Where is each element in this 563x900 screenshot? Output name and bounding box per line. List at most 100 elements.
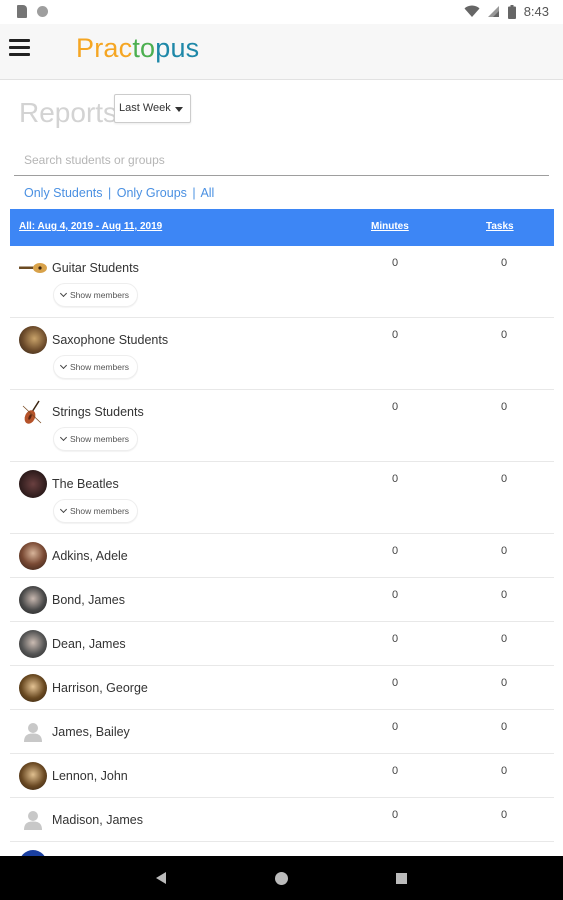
group-row[interactable]: Saxophone Students 0 0 Show members (10, 318, 554, 390)
filter-only-groups[interactable]: Only Groups (117, 186, 187, 200)
group-row[interactable]: The Beatles 0 0 Show members (10, 462, 554, 534)
app-logo: Practopus (76, 33, 199, 64)
logo-text-part2: to (132, 33, 156, 63)
recent-apps-icon[interactable] (396, 873, 407, 884)
student-row[interactable]: Lennon, John 0 0 (10, 754, 554, 798)
page-title: Reports (19, 97, 118, 128)
student-row[interactable]: Dean, James 0 0 (10, 622, 554, 666)
student-name: Madison, James (52, 813, 144, 827)
group-name: Saxophone Students (52, 333, 169, 347)
student-name: Adkins, Adele (52, 549, 128, 563)
tasks-value: 0 (501, 765, 508, 777)
status-right-icons: 8:43 (464, 4, 549, 19)
show-members-label: Show members (70, 290, 130, 300)
tasks-value: 0 (501, 633, 508, 645)
minutes-value: 0 (392, 401, 399, 413)
tasks-column-header[interactable]: Tasks (486, 221, 514, 232)
sim-card-icon (17, 5, 27, 18)
show-members-button[interactable]: Show members (53, 283, 139, 307)
filter-separator: | (108, 186, 112, 200)
table-header: All: Aug 4, 2019 - Aug 11, 2019 Minutes … (10, 209, 554, 246)
profile-photo (19, 762, 47, 790)
date-range-header[interactable]: All: Aug 4, 2019 - Aug 11, 2019 (19, 221, 162, 232)
saxophone-photo (19, 326, 47, 354)
dropdown-caret-icon (175, 107, 183, 112)
tasks-value: 0 (501, 677, 508, 689)
app-bar: Practopus (0, 24, 563, 80)
filter-links: Only Students | Only Groups | All (24, 186, 214, 200)
student-row[interactable]: Harrison, George 0 0 (10, 666, 554, 710)
chevron-down-icon (59, 433, 68, 441)
minutes-value: 0 (392, 329, 399, 341)
student-row[interactable]: Madison, James 0 0 (10, 798, 554, 842)
tasks-value: 0 (501, 401, 508, 413)
tasks-value: 0 (501, 589, 508, 601)
search-input[interactable] (14, 145, 549, 176)
tasks-value: 0 (501, 473, 508, 485)
status-left-icons (17, 5, 48, 18)
show-members-label: Show members (70, 506, 130, 516)
show-members-button[interactable]: Show members (53, 427, 139, 451)
student-name: Dean, James (52, 637, 126, 651)
notification-dot-icon (37, 6, 48, 17)
show-members-button[interactable]: Show members (53, 355, 139, 379)
minutes-value: 0 (392, 633, 399, 645)
group-row[interactable]: Strings Students 0 0 Show members (10, 390, 554, 462)
system-nav-bar (0, 856, 563, 900)
minutes-value: 0 (392, 473, 399, 485)
person-placeholder-icon (19, 718, 47, 746)
battery-icon (507, 4, 516, 19)
chevron-down-icon (59, 361, 68, 369)
minutes-value: 0 (392, 545, 399, 557)
logo-text-part1: Prac (76, 33, 133, 63)
minutes-value: 0 (392, 257, 399, 269)
tasks-value: 0 (501, 329, 508, 341)
student-name: Harrison, George (52, 681, 148, 695)
period-select[interactable]: Last Week (114, 94, 191, 123)
group-name: Strings Students (52, 405, 144, 419)
minutes-column-header[interactable]: Minutes (371, 221, 409, 232)
menu-icon[interactable] (9, 39, 30, 57)
period-selected-value: Last Week (119, 102, 171, 114)
chevron-down-icon (59, 505, 68, 513)
filter-all[interactable]: All (200, 186, 214, 200)
show-members-button[interactable]: Show members (53, 499, 139, 523)
clock: 8:43 (523, 4, 549, 19)
minutes-value: 0 (392, 589, 399, 601)
student-row[interactable]: James, Bailey 0 0 (10, 710, 554, 754)
profile-photo (19, 630, 47, 658)
student-name: James, Bailey (52, 725, 130, 739)
minutes-value: 0 (392, 809, 399, 821)
status-bar: 8:43 (0, 0, 563, 24)
person-placeholder-icon (19, 806, 47, 834)
profile-photo (19, 586, 47, 614)
filter-separator: | (192, 186, 196, 200)
student-row[interactable]: Bond, James 0 0 (10, 578, 554, 622)
home-icon[interactable] (275, 872, 288, 885)
guitar-icon (19, 254, 47, 282)
minutes-value: 0 (392, 765, 399, 777)
group-name: Guitar Students (52, 261, 139, 275)
back-icon[interactable] (156, 872, 166, 884)
student-name: Bond, James (52, 593, 125, 607)
minutes-value: 0 (392, 721, 399, 733)
wifi-icon (464, 5, 480, 17)
group-name: The Beatles (52, 477, 119, 491)
profile-photo (19, 674, 47, 702)
chevron-down-icon (59, 289, 68, 297)
minutes-value: 0 (392, 677, 399, 689)
tasks-value: 0 (501, 257, 508, 269)
cell-signal-icon (487, 6, 499, 17)
tasks-value: 0 (501, 721, 508, 733)
violin-icon (19, 398, 47, 426)
filter-only-students[interactable]: Only Students (24, 186, 103, 200)
student-row[interactable]: Adkins, Adele 0 0 (10, 534, 554, 578)
report-list: Guitar Students 0 0 Show members Saxopho… (10, 246, 554, 842)
band-photo (19, 470, 47, 498)
show-members-label: Show members (70, 434, 130, 444)
student-name: Lennon, John (52, 769, 128, 783)
group-row[interactable]: Guitar Students 0 0 Show members (10, 246, 554, 318)
tasks-value: 0 (501, 545, 508, 557)
tasks-value: 0 (501, 809, 508, 821)
logo-text-part3: pus (155, 33, 200, 63)
